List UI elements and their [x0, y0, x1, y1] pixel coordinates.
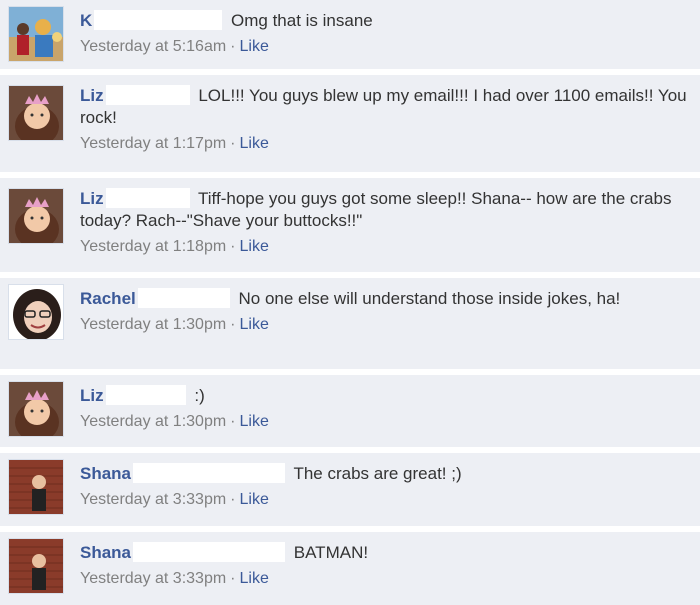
timestamp: Yesterday at 1:17pm	[80, 135, 227, 152]
author-name[interactable]: Rachel	[80, 289, 136, 308]
comment-text: BATMAN!	[293, 543, 369, 562]
comment-meta: Yesterday at 3:33pm · Like	[80, 490, 688, 510]
comment-meta: Yesterday at 1:30pm · Like	[80, 315, 688, 335]
like-link[interactable]: Like	[240, 491, 269, 508]
avatar[interactable]	[8, 381, 64, 437]
like-link[interactable]: Like	[240, 413, 269, 430]
comment-item: Liz LOL!!! You guys blew up my email!!! …	[0, 75, 700, 175]
avatar[interactable]	[8, 85, 64, 141]
separator-dot: ·	[230, 570, 236, 587]
author-name[interactable]: Liz	[80, 386, 104, 405]
comment-meta: Yesterday at 5:16am · Like	[80, 37, 688, 57]
comment-text: :)	[194, 386, 205, 405]
timestamp: Yesterday at 5:16am	[80, 38, 227, 55]
author-name[interactable]: Liz	[80, 189, 104, 208]
comment-item: Shana BATMAN! Yesterday at 3:33pm · Like	[0, 532, 700, 605]
comment-meta: Yesterday at 3:33pm · Like	[80, 569, 688, 589]
redaction-box	[94, 10, 223, 30]
separator-dot: ·	[230, 38, 236, 55]
timestamp: Yesterday at 1:30pm	[80, 413, 227, 430]
comment-meta: Yesterday at 1:30pm · Like	[80, 412, 688, 432]
author-name[interactable]: K	[80, 11, 92, 30]
separator-dot: ·	[230, 238, 236, 255]
avatar[interactable]	[8, 538, 64, 594]
comment-item: Rachel No one else will understand those…	[0, 278, 700, 372]
author-name[interactable]: Shana	[80, 543, 131, 562]
like-link[interactable]: Like	[240, 135, 269, 152]
separator-dot: ·	[230, 491, 236, 508]
avatar[interactable]	[8, 284, 64, 340]
redaction-box	[137, 288, 230, 308]
comment-feed: K Omg that is insane Yesterday at 5:16am…	[0, 0, 700, 605]
author-name[interactable]: Shana	[80, 464, 131, 483]
redaction-box	[133, 542, 286, 562]
timestamp: Yesterday at 1:30pm	[80, 316, 227, 333]
redaction-box	[105, 85, 190, 105]
avatar[interactable]	[8, 188, 64, 244]
avatar[interactable]	[8, 6, 64, 62]
comment-item: Liz :) Yesterday at 1:30pm · Like	[0, 375, 700, 450]
comment-meta: Yesterday at 1:18pm · Like	[80, 237, 688, 257]
comment-item: Shana The crabs are great! ;) Yesterday …	[0, 453, 700, 529]
author-name[interactable]: Liz	[80, 86, 104, 105]
comment-text: No one else will understand those inside…	[238, 289, 621, 308]
separator-dot: ·	[230, 316, 236, 333]
like-link[interactable]: Like	[240, 570, 269, 587]
redaction-box	[133, 463, 286, 483]
timestamp: Yesterday at 3:33pm	[80, 570, 227, 587]
comment-item: K Omg that is insane Yesterday at 5:16am…	[0, 0, 700, 72]
like-link[interactable]: Like	[240, 38, 269, 55]
comment-text: Omg that is insane	[231, 11, 373, 30]
avatar[interactable]	[8, 459, 64, 515]
timestamp: Yesterday at 3:33pm	[80, 491, 227, 508]
separator-dot: ·	[230, 135, 236, 152]
comment-text: The crabs are great! ;)	[293, 464, 462, 483]
redaction-box	[105, 188, 190, 208]
separator-dot: ·	[230, 413, 236, 430]
like-link[interactable]: Like	[240, 316, 269, 333]
like-link[interactable]: Like	[240, 238, 269, 255]
timestamp: Yesterday at 1:18pm	[80, 238, 227, 255]
comment-item: Liz Tiff-hope you guys got some sleep!! …	[0, 178, 700, 275]
redaction-box	[105, 385, 186, 405]
comment-meta: Yesterday at 1:17pm · Like	[80, 134, 688, 154]
